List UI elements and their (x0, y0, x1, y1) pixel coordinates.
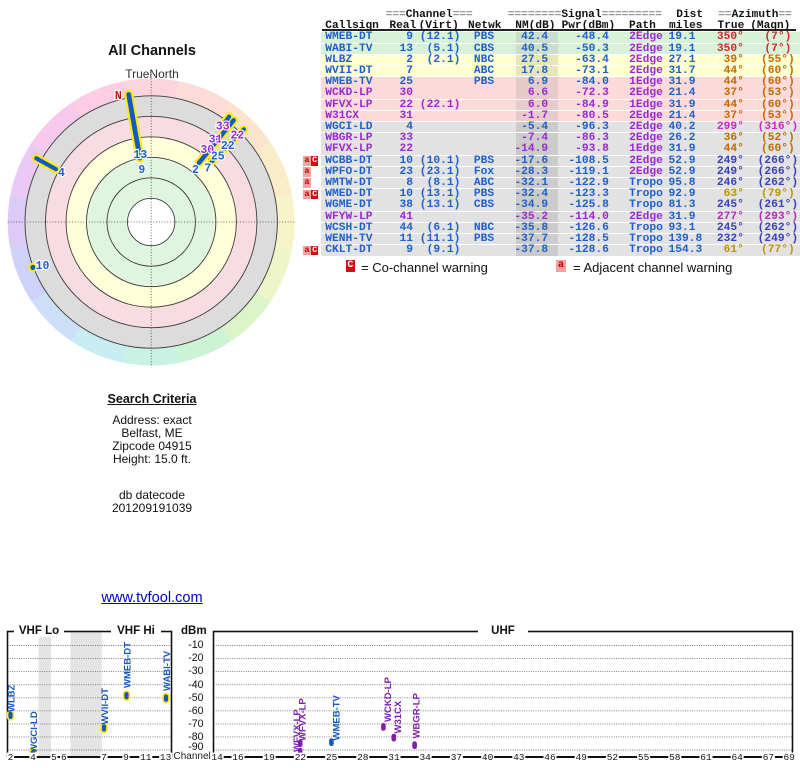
svg-text:11: 11 (140, 752, 152, 763)
svg-text:W31CX: W31CX (393, 700, 404, 733)
svg-text:WGCI-LD: WGCI-LD (29, 711, 40, 753)
svg-text:9: 9 (123, 752, 129, 763)
svg-text:13: 13 (160, 752, 172, 763)
svg-text:5: 5 (51, 752, 57, 763)
svg-text:WVII-DT: WVII-DT (100, 688, 111, 725)
svg-text:10: 10 (36, 260, 50, 273)
svg-text:43: 43 (513, 752, 525, 763)
svg-text:22: 22 (295, 752, 307, 763)
svg-text:34: 34 (419, 752, 431, 763)
svg-text:33: 33 (216, 121, 230, 134)
svg-text:13: 13 (133, 149, 147, 162)
svg-text:19: 19 (263, 752, 275, 763)
svg-text:9: 9 (138, 164, 145, 177)
svg-text:N: N (115, 90, 122, 103)
svg-text:2: 2 (192, 164, 199, 177)
svg-text:2: 2 (8, 752, 14, 763)
svg-text:55: 55 (638, 752, 650, 763)
svg-text:7: 7 (101, 752, 107, 763)
svg-text:WMEB-DT: WMEB-DT (122, 642, 133, 688)
svg-text:7: 7 (204, 162, 211, 175)
svg-text:WMEB-TV: WMEB-TV (332, 694, 343, 740)
svg-text:52: 52 (607, 752, 619, 763)
svg-text:WCKD-LP: WCKD-LP (383, 676, 394, 722)
svg-text:WBGR-LP: WBGR-LP (412, 692, 423, 738)
svg-text:67: 67 (763, 752, 774, 763)
svg-text:WLBZ: WLBZ (6, 684, 17, 712)
svg-text:6: 6 (61, 752, 67, 763)
svg-text:25: 25 (326, 752, 338, 763)
svg-text:49: 49 (575, 752, 587, 763)
svg-text:46: 46 (544, 752, 556, 763)
svg-text:64: 64 (731, 752, 743, 763)
svg-text:WFVX-LP: WFVX-LP (297, 698, 308, 741)
svg-text:4: 4 (58, 167, 65, 180)
svg-text:28: 28 (357, 752, 369, 763)
svg-text:16: 16 (232, 752, 244, 763)
svg-text:14: 14 (211, 752, 223, 763)
svg-text:58: 58 (669, 752, 681, 763)
svg-text:61: 61 (700, 752, 712, 763)
svg-text:69: 69 (783, 752, 795, 763)
svg-text:37: 37 (451, 752, 462, 763)
svg-text:40: 40 (482, 752, 494, 763)
svg-text:4: 4 (30, 752, 36, 763)
svg-text:25: 25 (211, 150, 225, 163)
svg-text:31: 31 (388, 752, 400, 763)
